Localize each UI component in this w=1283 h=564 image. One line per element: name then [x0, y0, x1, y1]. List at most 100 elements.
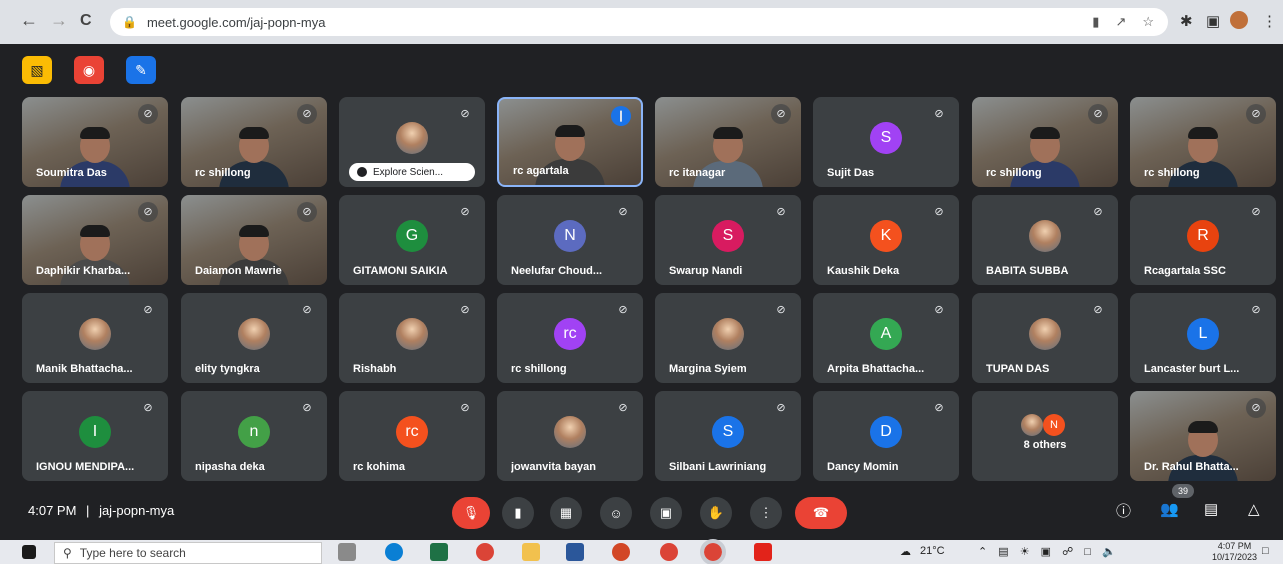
mic-off-button[interactable]: 🎙 [452, 497, 490, 529]
participant-name: rc agartala [513, 165, 569, 177]
participant-avatar: N [1043, 414, 1065, 436]
mic-muted-icon: ⊘ [776, 304, 786, 316]
more-options-button[interactable]: ⋮ [750, 497, 782, 529]
edge-icon[interactable] [385, 543, 403, 561]
mic-muted-icon: ⊘ [1093, 206, 1103, 218]
participant-tile[interactable]: ⊘ Manik Bhattacha... [22, 293, 168, 383]
participant-tile[interactable]: ⊘ rc shillong [1130, 97, 1276, 187]
forward-icon[interactable]: → [50, 10, 68, 31]
participant-name: Explore Scien... [373, 166, 444, 178]
end-call-button[interactable]: ☎ [795, 497, 847, 529]
camera-button[interactable]: ▮ [502, 497, 534, 529]
participant-tile[interactable]: ⊘ Soumitra Das [22, 97, 168, 187]
edit-document-icon[interactable]: ✎ [126, 56, 156, 84]
captions-button[interactable]: ▦ [550, 497, 582, 529]
chrome-menu-icon[interactable]: ⋮ [1262, 12, 1277, 30]
participant-tile[interactable]: S ⊘ Sujit Das [813, 97, 959, 187]
participant-photo [1029, 318, 1061, 350]
bookmark-star-icon[interactable]: ☆ [1142, 14, 1154, 30]
participant-tile[interactable]: rc ⊘ rc shillong [497, 293, 643, 383]
taskbar-clock[interactable]: 4:07 PM 10/17/2023 [1212, 541, 1257, 563]
participant-tile[interactable]: ⊘ rc itanagar [655, 97, 801, 187]
participant-tile[interactable]: ⊘ TUPAN DAS [972, 293, 1118, 383]
notifications-icon[interactable]: □ [1262, 545, 1269, 557]
chrome-icon[interactable] [476, 543, 494, 561]
captions-off-icon[interactable]: ▧ [22, 56, 52, 84]
taskbar-search-input[interactable]: ⚲ Type here to search [54, 542, 322, 564]
participant-tile[interactable]: ⊘ elity tyngkra [181, 293, 327, 383]
acrobat-icon[interactable] [754, 543, 772, 561]
participant-tile[interactable]: ⊘ rc shillong [972, 97, 1118, 187]
excel-icon[interactable] [430, 543, 448, 561]
mic-muted-icon: ⊘ [1246, 104, 1266, 124]
participant-tile[interactable]: ⊘ Explore Scien... [339, 97, 485, 187]
mic-muted-icon: ⊘ [934, 304, 944, 316]
camera-indicator-icon[interactable]: ▮ [1092, 14, 1099, 30]
participant-name: Daiamon Mawrie [195, 265, 282, 277]
participant-photo [554, 416, 586, 448]
emoji-button[interactable]: ☺ [600, 497, 632, 529]
participant-avatar: L [1187, 318, 1219, 350]
participant-name: Dancy Momin [827, 461, 899, 473]
chrome-active-icon[interactable] [700, 539, 726, 564]
mic-muted-icon: ⊘ [934, 206, 944, 218]
participant-tile[interactable]: N ⊘ Neelufar Choud... [497, 195, 643, 285]
participant-tile[interactable]: ⊘ Rishabh [339, 293, 485, 383]
participant-tile[interactable]: ⊘ jowanvita bayan [497, 391, 643, 481]
participant-tile[interactable]: n ⊘ nipasha deka [181, 391, 327, 481]
profile-avatar[interactable] [1230, 11, 1248, 29]
chrome-profile-icon[interactable] [660, 543, 678, 561]
participant-tile[interactable]: ⊘ Daphikir Kharba... [22, 195, 168, 285]
participant-name: Manik Bhattacha... [36, 363, 133, 375]
participant-tile[interactable]: ⊘ BABITA SUBBA [972, 195, 1118, 285]
extensions-icon[interactable]: ✱ [1180, 12, 1193, 30]
word-icon[interactable] [566, 543, 584, 561]
participant-name: Sujit Das [827, 167, 875, 179]
participant-photo [712, 318, 744, 350]
windows-start-icon[interactable] [22, 545, 36, 559]
back-icon[interactable]: ← [20, 10, 38, 31]
info-icon[interactable]: ⓘ [1116, 500, 1131, 521]
address-bar[interactable]: 🔒 meet.google.com/jaj-popn-mya ▮ ↗ ☆ [110, 8, 1168, 36]
participant-tile[interactable]: G ⊘ GITAMONI SAIKIA [339, 195, 485, 285]
participant-tile[interactable]: D ⊘ Dancy Momin [813, 391, 959, 481]
participant-tile[interactable]: K ⊘ Kaushik Deka [813, 195, 959, 285]
participant-tile[interactable]: R ⊘ Rcagartala SSC [1130, 195, 1276, 285]
chat-icon[interactable]: ▤ [1204, 500, 1218, 518]
clock-time: 4:07 PM [1217, 541, 1252, 551]
participant-tile[interactable]: N 8 others [972, 391, 1118, 481]
url-text: meet.google.com/jaj-popn-mya [146, 14, 326, 30]
participant-name: Lancaster burt L... [1144, 363, 1240, 375]
system-tray-icons[interactable]: ⌃ ▤ ☀ ▣ ☍ □ 🔈 [978, 545, 1120, 558]
participant-tile[interactable]: ⊘ rc shillong [181, 97, 327, 187]
side-panel-icon[interactable]: ▣ [1206, 12, 1220, 30]
participant-name: Silbani Lawriniang [669, 461, 767, 473]
mic-muted-icon: ⊘ [1246, 398, 1266, 418]
presenting-chip[interactable]: Explore Scien... [349, 163, 475, 181]
recording-icon[interactable]: ◉ [74, 56, 104, 84]
task-view-icon[interactable] [338, 543, 356, 561]
mic-muted-icon: ⊘ [1088, 104, 1108, 124]
participant-tile[interactable]: rc ⊘ rc kohima [339, 391, 485, 481]
powerpoint-icon[interactable] [612, 543, 630, 561]
mic-muted-icon: ⊘ [618, 206, 628, 218]
present-button[interactable]: ▣ [650, 497, 682, 529]
participant-tile[interactable]: ⊘ Margina Syiem [655, 293, 801, 383]
file-explorer-icon[interactable] [522, 543, 540, 561]
share-icon[interactable]: ↗ [1115, 14, 1126, 30]
participant-tile[interactable]: A ⊘ Arpita Bhattacha... [813, 293, 959, 383]
participant-tile[interactable]: L ⊘ Lancaster burt L... [1130, 293, 1276, 383]
participant-tile[interactable]: S ⊘ Swarup Nandi [655, 195, 801, 285]
participant-tile[interactable]: ⊘ Dr. Rahul Bhatta... [1130, 391, 1276, 481]
people-icon[interactable]: 👥 [1160, 500, 1179, 518]
activities-icon[interactable]: △ [1248, 500, 1260, 518]
participant-tile[interactable]: S ⊘ Silbani Lawriniang [655, 391, 801, 481]
participant-tile[interactable]: I ⊘ IGNOU MENDIPA... [22, 391, 168, 481]
participant-tile[interactable]: ⊘ Daiamon Mawrie [181, 195, 327, 285]
reload-icon[interactable]: C [80, 12, 92, 30]
participant-avatar: n [238, 416, 270, 448]
participant-avatar: G [396, 220, 428, 252]
participant-name: elity tyngkra [195, 363, 260, 375]
raise-hand-button[interactable]: ✋ [700, 497, 732, 529]
participant-tile[interactable]: ❙ rc agartala [497, 97, 643, 187]
